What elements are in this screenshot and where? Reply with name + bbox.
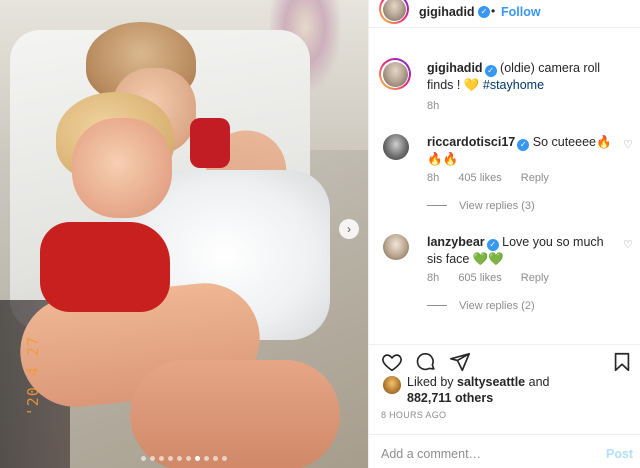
heart-icon[interactable] bbox=[381, 351, 403, 373]
replies-divider bbox=[427, 205, 447, 206]
comment-meta: 8h 605 likes Reply bbox=[427, 272, 565, 284]
comment-body: riccardotisci17 ✓ So cuteeee🔥🔥🔥 bbox=[427, 134, 613, 167]
caption-hashtag[interactable]: #stayhome bbox=[483, 78, 544, 92]
comment-like-heart-icon[interactable]: ♡ bbox=[623, 138, 633, 151]
likes-prefix: Liked by bbox=[407, 375, 458, 389]
caption-time: 8h bbox=[427, 100, 440, 112]
replies-divider bbox=[427, 305, 447, 306]
comment-reply-button[interactable]: Reply bbox=[521, 272, 549, 284]
carousel-dot bbox=[213, 456, 218, 461]
comment-body: lanzybear ✓ Love you so much sis face 💚💚 bbox=[427, 234, 613, 267]
carousel-dot bbox=[150, 456, 155, 461]
commenter-username[interactable]: lanzybear bbox=[427, 235, 485, 249]
likes-conj: and bbox=[525, 375, 550, 389]
carousel-dot bbox=[195, 456, 200, 461]
verified-badge-icon: ✓ bbox=[486, 239, 499, 251]
carousel-dot bbox=[141, 456, 146, 461]
liker-avatar[interactable] bbox=[383, 376, 401, 394]
likes-count[interactable]: 882,711 others bbox=[407, 391, 493, 405]
commenter-avatar[interactable] bbox=[383, 234, 409, 260]
post-header: gigihadid ✓ • Follow bbox=[369, 0, 640, 28]
post-actions-bar bbox=[369, 344, 640, 372]
carousel-dot bbox=[159, 456, 164, 461]
view-replies-button[interactable]: View replies (3) bbox=[427, 200, 535, 212]
carousel-dots bbox=[0, 456, 368, 461]
comment-meta: 8h 405 likes Reply bbox=[427, 172, 565, 184]
photo-child-front-face bbox=[72, 118, 172, 218]
header-separator: • bbox=[491, 4, 496, 18]
likes-text[interactable]: Liked by saltyseattle and 882,711 others bbox=[407, 374, 627, 406]
view-replies-button[interactable]: View replies (2) bbox=[427, 300, 535, 312]
author-username[interactable]: gigihadid bbox=[419, 5, 475, 19]
comments-list[interactable]: gigihadid ✓ (oldie) camera roll finds ! 💛… bbox=[369, 40, 640, 340]
likes-summary: Liked by saltyseattle and 882,711 others bbox=[369, 372, 640, 408]
author-avatar[interactable] bbox=[379, 0, 409, 24]
verified-badge-icon: ✓ bbox=[484, 65, 497, 77]
caption-text: gigihadid ✓ (oldie) camera roll finds ! 💛… bbox=[427, 60, 627, 93]
comment-bubble-icon[interactable] bbox=[415, 351, 437, 373]
caption-username[interactable]: gigihadid bbox=[427, 61, 483, 75]
liker-username[interactable]: saltyseattle bbox=[457, 375, 525, 389]
post-timestamp[interactable]: 8 HOURS AGO bbox=[381, 410, 446, 420]
view-replies-label: View replies (2) bbox=[459, 300, 535, 312]
photo-red-shirt bbox=[190, 118, 230, 168]
carousel-dot bbox=[204, 456, 209, 461]
verified-badge-icon: ✓ bbox=[517, 139, 530, 151]
comment-likes[interactable]: 605 likes bbox=[458, 272, 501, 284]
carousel-dot bbox=[168, 456, 173, 461]
verified-badge-icon: ✓ bbox=[478, 6, 490, 18]
comment-input[interactable]: Add a comment… bbox=[381, 447, 481, 461]
view-replies-label: View replies (3) bbox=[459, 200, 535, 212]
post-comment-button[interactable]: Post bbox=[606, 447, 633, 461]
carousel-dot bbox=[177, 456, 182, 461]
post-sidebar: gigihadid ✓ • Follow gigihadid ✓ (oldie) … bbox=[368, 0, 640, 468]
carousel-next-button[interactable]: › bbox=[339, 219, 359, 239]
carousel-dot bbox=[222, 456, 227, 461]
carousel-dot bbox=[186, 456, 191, 461]
comment-time: 8h bbox=[427, 272, 440, 284]
bookmark-icon[interactable] bbox=[611, 351, 633, 373]
photo-red-swimsuit bbox=[40, 222, 170, 312]
comment-time: 8h bbox=[427, 172, 440, 184]
add-comment-section: Add a comment… Post bbox=[369, 434, 640, 468]
chevron-right-icon: › bbox=[347, 222, 351, 236]
paper-plane-icon[interactable] bbox=[449, 351, 471, 373]
photo-date-stamp: '20 4 27 bbox=[24, 336, 42, 417]
post-photo[interactable]: '20 4 27 › bbox=[0, 0, 368, 468]
comment-likes[interactable]: 405 likes bbox=[458, 172, 501, 184]
commenter-avatar[interactable] bbox=[383, 134, 409, 160]
follow-button[interactable]: Follow bbox=[501, 5, 541, 19]
comment-like-heart-icon[interactable]: ♡ bbox=[623, 238, 633, 251]
photo-child-leg-lower bbox=[130, 360, 340, 468]
caption-avatar[interactable] bbox=[379, 58, 411, 90]
comment-reply-button[interactable]: Reply bbox=[521, 172, 549, 184]
commenter-username[interactable]: riccardotisci17 bbox=[427, 135, 515, 149]
